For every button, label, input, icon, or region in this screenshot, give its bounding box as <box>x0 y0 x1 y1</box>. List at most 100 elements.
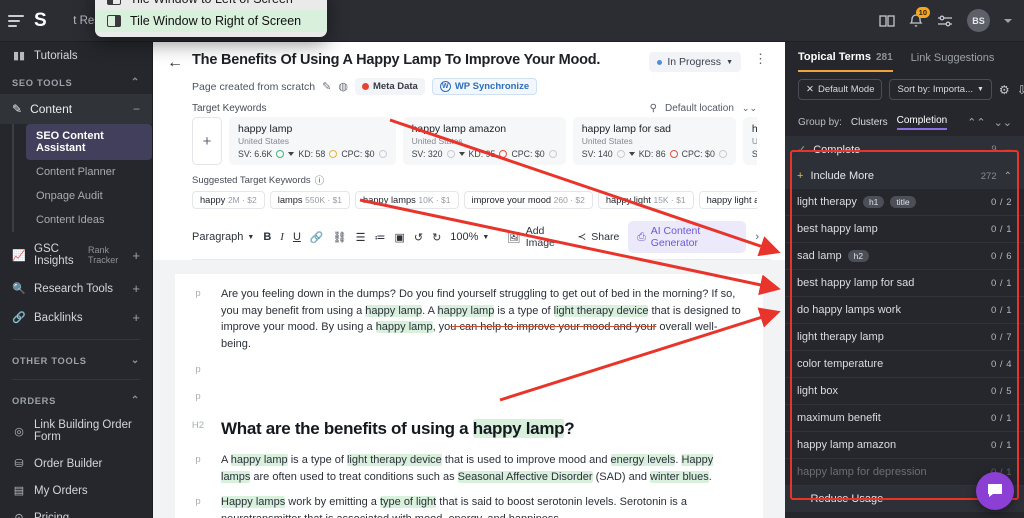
chevron-down-icon[interactable]: ⌄ <box>131 355 140 366</box>
chat-bubble-icon[interactable] <box>976 472 1014 510</box>
chevron-right-icon[interactable]: › <box>755 231 759 243</box>
term-row[interactable]: sad lamp h2 0 / 6 <box>785 243 1024 270</box>
zoom-select[interactable]: 100% ▼ <box>450 231 489 243</box>
meta-data-chip[interactable]: Meta Data <box>355 78 425 95</box>
sidebar-section-other-tools[interactable]: OTHER TOOLS ⌄ <box>0 347 152 372</box>
default-mode-button[interactable]: ✕ Default Mode <box>798 79 882 100</box>
expand-plus-icon[interactable]: + <box>132 310 140 325</box>
more-options-icon[interactable]: ⋮ <box>750 52 771 66</box>
suggested-keyword-chip[interactable]: happy 2M · $2 <box>192 191 265 209</box>
block-body[interactable]: A happy lamp is a type of light therapy … <box>221 452 745 485</box>
expand-plus-icon[interactable]: + <box>132 281 140 296</box>
tab-topical-terms[interactable]: Topical Terms 281 <box>798 51 893 72</box>
export-icon[interactable]: ⇩ <box>1017 83 1024 97</box>
chevron-up-icon[interactable]: ⌃ <box>131 77 140 88</box>
wp-synchronize-chip[interactable]: W WP Synchronize <box>432 78 537 95</box>
collapse-minus-icon[interactable]: − <box>133 102 140 116</box>
keyword-card[interactable]: happy lamp amazon United States SV: 320 … <box>403 117 566 165</box>
sidebar-item-backlinks[interactable]: 🔗 Backlinks + <box>0 303 152 332</box>
collapse-all-icon[interactable]: ⌃⌃ <box>967 116 985 129</box>
sidebar-group-content[interactable]: ✎ Content − <box>0 94 152 124</box>
tile-right-menu-item[interactable]: Tile Window to Right of Screen <box>95 10 327 32</box>
sidebar-item-tutorials[interactable]: ▮▮ Tutorials <box>0 42 152 69</box>
sidebar-item-research-tools[interactable]: 🔍 Research Tools + <box>0 274 152 303</box>
sidebar-item-my-orders[interactable]: ▤ My Orders <box>0 477 152 504</box>
group-by-clusters[interactable]: Clusters <box>851 117 888 128</box>
unlink-icon[interactable]: ⛓ <box>333 231 347 244</box>
underline-button[interactable]: U <box>293 231 301 243</box>
content-block[interactable]: p A happy lamp is a type of light therap… <box>175 452 745 485</box>
avatar[interactable]: BS <box>967 9 990 32</box>
keyword-card[interactable]: happy lamp v United States SV: 140 K <box>743 117 757 165</box>
window-tile-context-menu[interactable]: Tile Window to Left of Screen Tile Windo… <box>95 0 327 37</box>
block-body[interactable]: Are you feeling down in the dumps? Do yo… <box>221 286 745 353</box>
edit-pencil-icon[interactable]: ✎ <box>322 80 331 93</box>
block-body[interactable]: What are the benefits of using a happy l… <box>221 418 745 440</box>
sidebar-item-link-building-order-form[interactable]: ◎ Link Building Order Form <box>0 412 152 450</box>
keyword-card[interactable]: happy lamp for sad United States SV: 140… <box>573 117 736 165</box>
content-block[interactable]: p <box>175 389 745 402</box>
content-block[interactable]: p Are you feeling down in the dumps? Do … <box>175 286 745 353</box>
content-block[interactable]: p Happy lamps work by emitting a type of… <box>175 494 745 518</box>
term-row[interactable]: best happy lamp 0 / 1 <box>785 216 1024 243</box>
sidebar-item-content-ideas[interactable]: Content Ideas <box>26 208 152 232</box>
account-chevron-down-icon[interactable] <box>1004 19 1012 23</box>
keyword-card[interactable]: happy lamp United States SV: 6.6K KD: 58… <box>229 117 396 165</box>
ai-content-generator-button[interactable]: ⎙ AI Content Generator <box>628 221 746 253</box>
image-icon[interactable]: ▣ <box>394 231 404 244</box>
block-body[interactable]: Happy lamps work by emitting a type of l… <box>221 494 745 518</box>
block-body[interactable] <box>221 362 745 375</box>
chevron-down-icon[interactable]: ⌄ <box>1004 144 1012 155</box>
suggested-keyword-chip[interactable]: happy light amazon 2K · $1 <box>699 191 757 209</box>
group-header-include-more[interactable]: + Include More 272 ⌃ <box>785 163 1024 189</box>
term-row[interactable]: light therapy lamp 0 / 7 <box>785 324 1024 351</box>
suggested-keyword-chip[interactable]: lamps 550K · $1 <box>270 191 350 209</box>
sidebar-item-pricing[interactable]: ⊙ Pricing <box>0 504 152 518</box>
cloud-check-icon[interactable]: ◍ <box>338 80 348 93</box>
expand-chevrons-icon[interactable]: ⌄⌄ <box>742 103 757 114</box>
share-button[interactable]: ≺ Share <box>577 231 619 243</box>
link-icon[interactable]: 🔗 <box>310 231 324 244</box>
ordered-list-icon[interactable]: ☰ <box>356 231 366 244</box>
tab-link-suggestions[interactable]: Link Suggestions <box>911 52 995 71</box>
sidebar-item-content-planner[interactable]: Content Planner <box>26 160 152 184</box>
group-by-completion[interactable]: Completion <box>897 115 948 130</box>
term-row[interactable]: color temperature 0 / 4 <box>785 351 1024 378</box>
chevron-up-icon[interactable]: ⌃ <box>131 395 140 406</box>
bold-button[interactable]: B <box>263 231 271 243</box>
bell-icon[interactable]: 10 <box>909 13 923 28</box>
content-block[interactable]: p <box>175 362 745 375</box>
gear-icon[interactable]: ⚙ <box>999 83 1010 97</box>
sidebar-section-seo-tools[interactable]: SEO TOOLS ⌃ <box>0 69 152 94</box>
chevron-up-icon[interactable]: ⌃ <box>1004 171 1012 182</box>
expand-all-icon[interactable]: ⌄⌄ <box>994 116 1012 129</box>
add-image-button[interactable]: 🖼 Add Image <box>507 225 568 249</box>
suggested-keyword-chip[interactable]: improve your mood 260 · $2 <box>464 191 593 209</box>
book-icon[interactable] <box>879 14 895 28</box>
block-body[interactable] <box>221 389 745 402</box>
term-row[interactable]: do happy lamps work 0 / 1 <box>785 297 1024 324</box>
menu-toggle-icon[interactable] <box>8 15 30 27</box>
sidebar-item-onpage-audit[interactable]: Onpage Audit <box>26 184 152 208</box>
content-block-heading[interactable]: H2 What are the benefits of using a happ… <box>175 418 745 440</box>
expand-plus-icon[interactable]: + <box>132 248 140 263</box>
sidebar-item-seo-content-assistant[interactable]: SEO Content Assistant <box>26 124 152 160</box>
status-badge[interactable]: In Progress ▼ <box>649 52 741 72</box>
undo-icon[interactable]: ↺ <box>414 231 423 244</box>
document-page[interactable]: p Are you feeling down in the dumps? Do … <box>175 274 763 518</box>
term-row[interactable]: happy lamp amazon 0 / 1 <box>785 432 1024 459</box>
group-header-complete[interactable]: ✓ Complete 9 ⌄ <box>785 136 1024 163</box>
sidebar-item-order-builder[interactable]: ⛁ Order Builder <box>0 450 152 477</box>
tile-left-menu-item[interactable]: Tile Window to Left of Screen <box>95 0 327 10</box>
redo-icon[interactable]: ↻ <box>432 231 441 244</box>
sidebar-section-orders[interactable]: ORDERS ⌃ <box>0 387 152 412</box>
suggested-keyword-chip[interactable]: happy lamps 10K · $1 <box>355 191 458 209</box>
italic-button[interactable]: I <box>280 231 284 243</box>
term-row[interactable]: best happy lamp for sad 0 / 1 <box>785 270 1024 297</box>
back-arrow-icon[interactable]: ← <box>167 55 183 71</box>
sort-by-select[interactable]: Sort by: Importa... ▼ <box>889 79 991 100</box>
unordered-list-icon[interactable]: ≔ <box>374 231 385 244</box>
add-keyword-button[interactable]: + <box>192 117 222 165</box>
suggested-keyword-chip[interactable]: happy light 15K · $1 <box>598 191 694 209</box>
term-row[interactable]: light therapy h1 title 0 / 2 <box>785 189 1024 216</box>
